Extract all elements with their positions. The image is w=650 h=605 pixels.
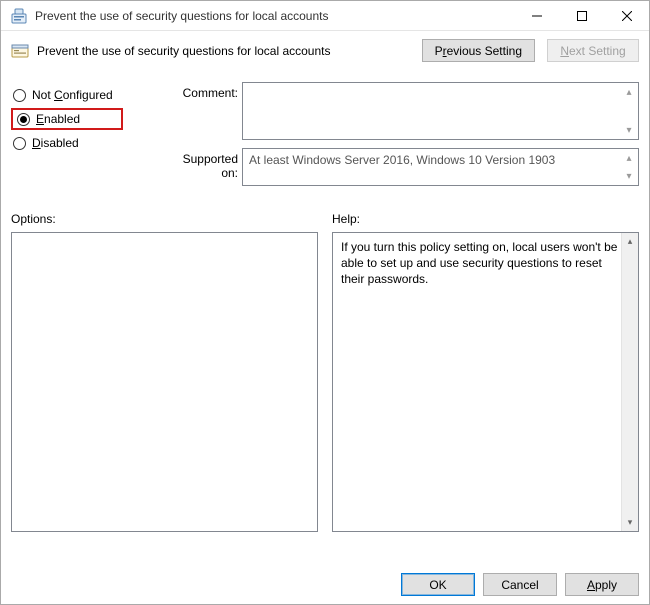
help-text: If you turn this policy setting on, loca… — [341, 240, 617, 286]
maximize-button[interactable] — [559, 1, 604, 30]
policy-config-area: Not Configured Enabled Disabled Comment: — [11, 82, 639, 194]
options-label: Options: — [11, 212, 318, 226]
next-setting-button: Next Setting — [547, 39, 639, 62]
policy-title: Prevent the use of security questions fo… — [37, 44, 410, 58]
policy-icon — [11, 42, 29, 60]
radio-icon — [13, 89, 26, 102]
previous-setting-button[interactable]: Previous Setting — [422, 39, 535, 62]
ok-button[interactable]: OK — [401, 573, 475, 596]
radio-icon — [13, 137, 26, 150]
comment-label: Comment: — [170, 82, 238, 100]
help-panel: Help: If you turn this policy setting on… — [332, 212, 639, 563]
supported-on-label: Supported on: — [170, 148, 238, 180]
scroll-up-icon[interactable]: ▴ — [622, 151, 636, 165]
dialog-footer: OK Cancel Apply — [11, 563, 639, 596]
scroll-down-icon[interactable]: ▾ — [622, 123, 636, 137]
apply-button[interactable]: Apply — [565, 573, 639, 596]
scrollbar[interactable]: ▴ ▾ — [621, 233, 638, 531]
window-controls — [514, 1, 649, 30]
scroll-up-icon[interactable]: ▴ — [622, 85, 636, 99]
radio-not-configured[interactable]: Not Configured — [11, 84, 166, 106]
gpo-policy-dialog: Prevent the use of security questions fo… — [0, 0, 650, 605]
radio-icon — [17, 113, 30, 126]
titlebar: Prevent the use of security questions fo… — [1, 1, 649, 31]
highlight-enabled: Enabled — [11, 108, 123, 130]
state-radio-group: Not Configured Enabled Disabled — [11, 82, 166, 154]
supported-on-value: At least Windows Server 2016, Windows 10… — [249, 153, 555, 167]
minimize-button[interactable] — [514, 1, 559, 30]
help-box: If you turn this policy setting on, loca… — [332, 232, 639, 532]
radio-label: Enabled — [36, 112, 80, 126]
lower-panels: Options: Help: If you turn this policy s… — [11, 212, 639, 563]
window-title: Prevent the use of security questions fo… — [35, 9, 514, 23]
client-area: Prevent the use of security questions fo… — [1, 31, 649, 604]
supported-on-textbox: At least Windows Server 2016, Windows 10… — [242, 148, 639, 186]
radio-enabled[interactable]: Enabled — [15, 112, 81, 126]
policy-header: Prevent the use of security questions fo… — [11, 39, 639, 62]
scroll-down-icon[interactable]: ▾ — [622, 514, 638, 531]
cancel-button[interactable]: Cancel — [483, 573, 557, 596]
options-box — [11, 232, 318, 532]
close-button[interactable] — [604, 1, 649, 30]
radio-label: Not Configured — [32, 88, 113, 102]
scroll-down-icon[interactable]: ▾ — [622, 169, 636, 183]
help-label: Help: — [332, 212, 639, 226]
radio-disabled[interactable]: Disabled — [11, 132, 166, 154]
radio-label: Disabled — [32, 136, 79, 150]
app-icon — [9, 6, 29, 26]
scroll-up-icon[interactable]: ▴ — [622, 233, 638, 250]
comment-textbox[interactable]: ▴ ▾ — [242, 82, 639, 140]
options-panel: Options: — [11, 212, 318, 563]
